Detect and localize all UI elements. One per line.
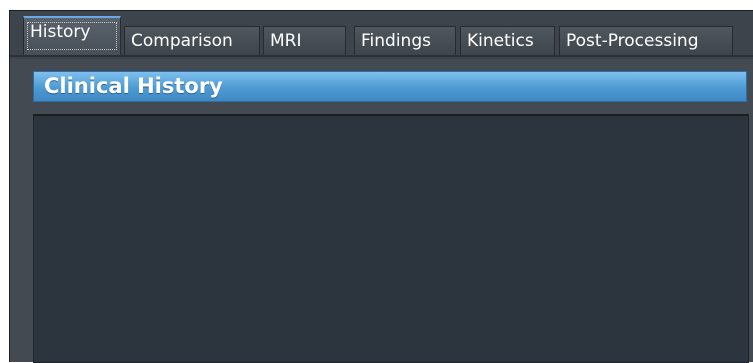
tab-label: Comparison — [131, 31, 233, 51]
tab-label: History — [30, 22, 91, 42]
tab-strip-divider — [10, 55, 753, 57]
tab-label: Kinetics — [467, 31, 534, 51]
tab-label: Findings — [361, 31, 431, 51]
panel-title: Clinical History — [44, 74, 223, 98]
tab-history[interactable]: History — [23, 16, 121, 56]
tab-findings[interactable]: Findings — [354, 26, 456, 55]
tab-bar: History Comparison MRI Findings Kinetics… — [10, 11, 753, 59]
tab-comparison[interactable]: Comparison — [124, 26, 260, 55]
tab-label: Post-Processing — [566, 31, 699, 51]
app-window: History Comparison MRI Findings Kinetics… — [9, 10, 753, 363]
tab-mri[interactable]: MRI — [263, 26, 346, 55]
tab-kinetics[interactable]: Kinetics — [460, 26, 555, 55]
panel-header: Clinical History — [33, 71, 747, 102]
tab-label: MRI — [270, 31, 302, 51]
tab-post-processing[interactable]: Post-Processing — [559, 26, 733, 55]
clinical-history-content[interactable] — [33, 114, 749, 363]
